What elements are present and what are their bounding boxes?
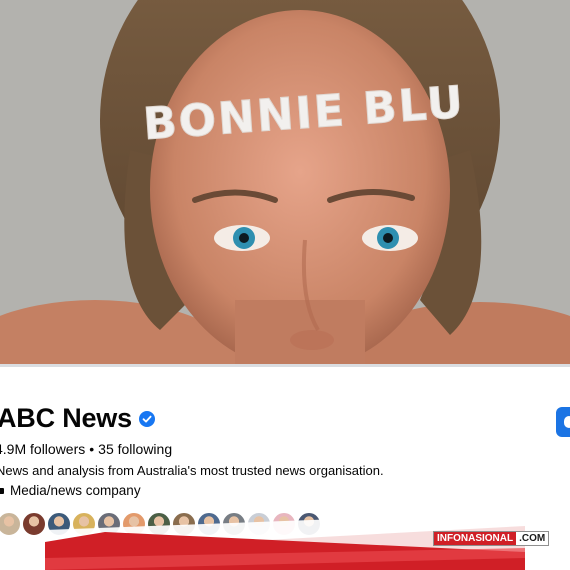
- follow-stats: 4.9M followers • 35 following: [0, 441, 172, 457]
- cover-photo-image: BONNIE BLU: [0, 0, 570, 364]
- cover-photo[interactable]: BONNIE BLU: [0, 0, 570, 364]
- watermark-tld: .COM: [516, 532, 549, 545]
- page-name-row: ABC News: [0, 403, 155, 434]
- category-icon: [0, 487, 4, 494]
- stats-separator: •: [89, 441, 95, 457]
- watermark-brand: INFONASIONAL: [434, 532, 517, 545]
- verified-badge-icon: [138, 410, 155, 427]
- message-button[interactable]: [556, 407, 570, 437]
- following-count[interactable]: 35 following: [98, 441, 172, 457]
- follower-avatar[interactable]: [21, 511, 47, 537]
- category-label: Media/news company: [10, 483, 141, 498]
- follower-avatar[interactable]: [0, 511, 22, 537]
- page-bio: News and analysis from Australia's most …: [0, 463, 384, 478]
- watermark-logo: INFONASIONAL .COM: [433, 531, 550, 546]
- followers-count[interactable]: 4.9M followers: [0, 441, 85, 457]
- page-name[interactable]: ABC News: [0, 403, 132, 434]
- page-category: Media/news company: [0, 483, 141, 498]
